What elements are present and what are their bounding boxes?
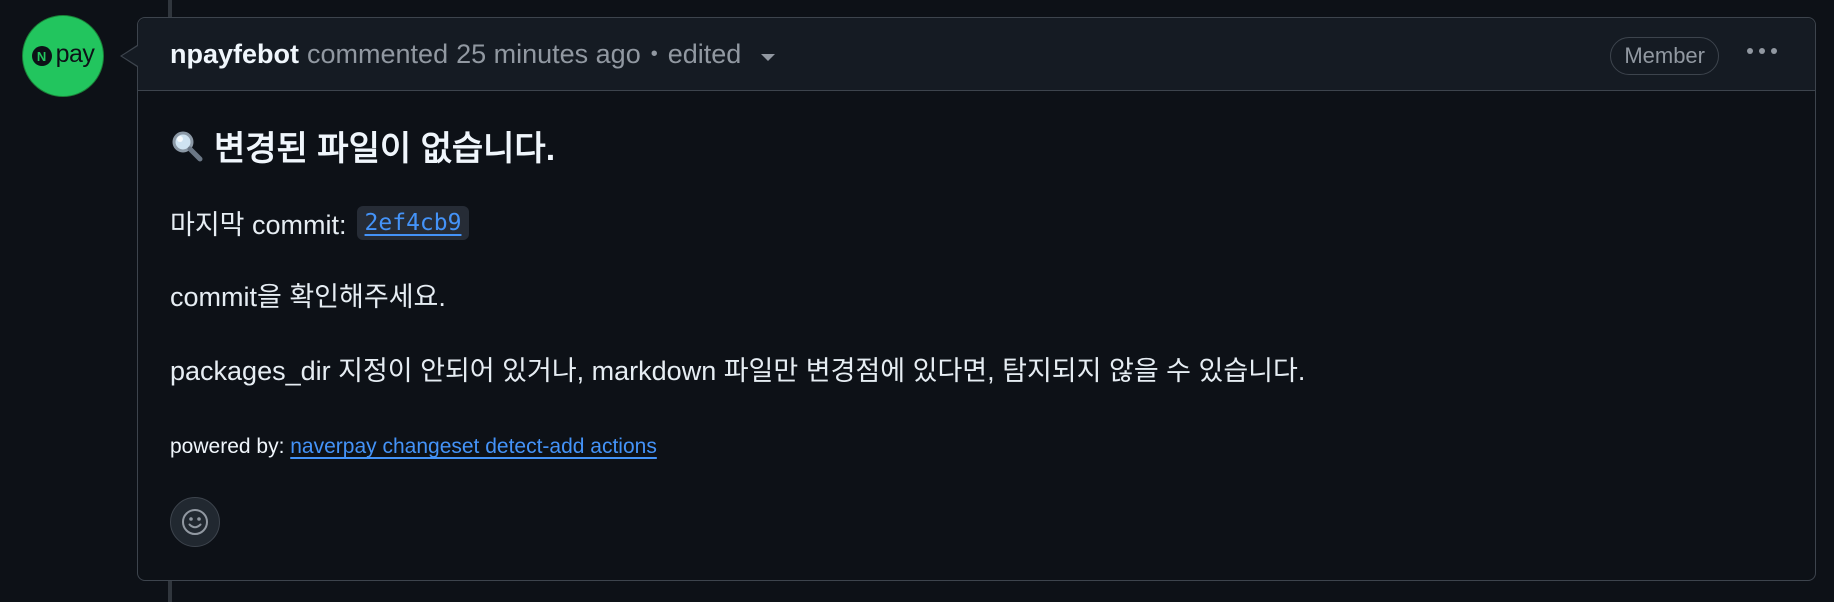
more-options-icon[interactable] — [1747, 42, 1777, 60]
commit-hash-chip: 2ef4cb9 — [356, 205, 470, 240]
check-commit-text: commit을 확인해주세요. — [170, 282, 446, 312]
edit-history-chevron-down-icon[interactable] — [761, 53, 776, 61]
comment-header: npayfebot commented 25 minutes ago • edi… — [138, 18, 1815, 91]
avatar[interactable]: N pay — [22, 15, 104, 97]
role-badge: Member — [1610, 37, 1719, 75]
comment-card: npayfebot commented 25 minutes ago • edi… — [137, 17, 1816, 581]
avatar-brand-text: pay — [55, 39, 95, 68]
smiley-icon — [182, 509, 208, 535]
commit-hash-link[interactable]: 2ef4cb9 — [365, 210, 462, 236]
powered-by-label: powered by: — [170, 435, 285, 458]
comment-pointer-inner — [122, 46, 138, 66]
powered-by-line: powered by: naverpay changeset detect-ad… — [170, 435, 657, 459]
powered-by-link[interactable]: naverpay changeset detect-add actions — [290, 435, 657, 458]
magnifying-glass-icon — [172, 131, 203, 161]
comment-action: commented — [307, 38, 449, 69]
author-link[interactable]: npayfebot — [170, 39, 299, 70]
comment-heading: 변경된 파일이 없습니다. — [170, 121, 555, 170]
separator-dot: • — [650, 42, 658, 65]
last-commit-line: 마지막 commit: 2ef4cb9 — [170, 203, 470, 242]
last-commit-label: 마지막 commit: — [170, 210, 347, 240]
avatar-badge: N — [31, 46, 52, 66]
comment-timestamp[interactable]: 25 minutes ago — [456, 39, 641, 70]
heading-text: 변경된 파일이 없습니다. — [214, 130, 556, 168]
note-text: packages_dir 지정이 안되어 있거나, markdown 파일만 변… — [170, 356, 1306, 386]
add-reaction-button[interactable] — [170, 497, 220, 547]
edited-label[interactable]: edited — [668, 39, 742, 70]
